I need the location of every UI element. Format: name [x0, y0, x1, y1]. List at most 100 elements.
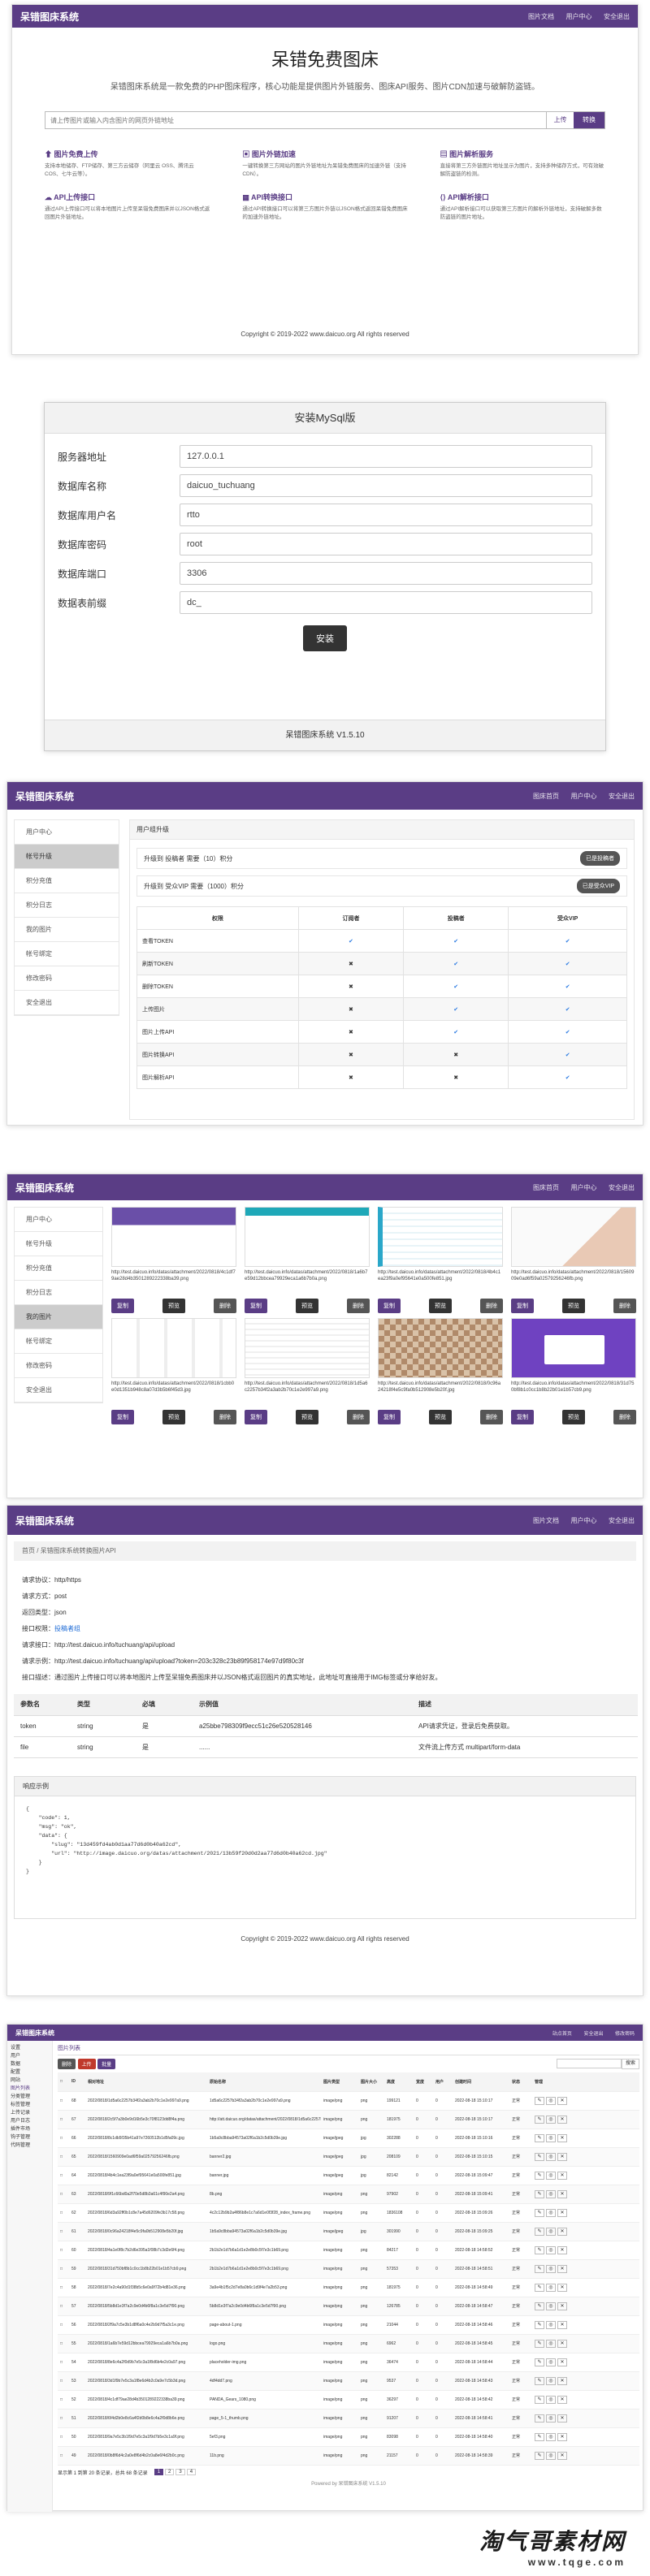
sidebar-item-score-log[interactable]: 积分日志 — [15, 1281, 102, 1305]
row-checkbox[interactable]: □ — [58, 2241, 69, 2260]
row-checkbox[interactable]: □ — [58, 2203, 69, 2223]
delete-icon[interactable]: ✕ — [557, 2302, 567, 2310]
delete-icon[interactable]: ✕ — [557, 2376, 567, 2385]
row-checkbox[interactable]: □ — [58, 2371, 69, 2391]
nav-docs-link[interactable]: 图片文档 — [528, 13, 554, 20]
page-link[interactable]: 3 — [176, 2469, 185, 2475]
menu-item[interactable]: 分类管理 — [11, 2093, 49, 2101]
preview-button[interactable]: 预览 — [296, 1410, 318, 1424]
row-checkbox[interactable]: □ — [58, 2259, 69, 2279]
view-icon[interactable]: ◎ — [546, 2096, 556, 2105]
view-icon[interactable]: ◎ — [546, 2376, 556, 2385]
edit-icon[interactable]: ✎ — [535, 2245, 544, 2254]
image-thumb[interactable] — [111, 1207, 236, 1267]
sidebar-item-bind[interactable]: 帐号绑定 — [15, 1329, 102, 1354]
page-link[interactable]: 1 — [154, 2469, 164, 2475]
row-checkbox[interactable]: □ — [58, 2278, 69, 2297]
menu-item[interactable]: 代码管理 — [11, 2142, 49, 2150]
delete-button[interactable]: 删除 — [480, 1299, 503, 1313]
menu-item[interactable]: 标签管理 — [11, 2101, 49, 2109]
sidebar-item-password[interactable]: 修改密码 — [15, 966, 119, 991]
view-icon[interactable]: ◎ — [546, 2358, 556, 2366]
brand-logo[interactable]: 呆错图床系统 — [15, 1181, 74, 1195]
view-icon[interactable]: ◎ — [546, 2245, 556, 2254]
dbpass-input[interactable]: root — [180, 533, 592, 555]
edit-icon[interactable]: ✎ — [535, 2096, 544, 2105]
sidebar-item-upgrade[interactable]: 帐号升级 — [15, 845, 119, 869]
menu-item[interactable]: 图片列表 — [11, 2085, 49, 2093]
delete-icon[interactable]: ✕ — [557, 2152, 567, 2161]
delete-button[interactable]: 删除 — [58, 2059, 76, 2069]
tab-image-list[interactable]: 图片列表 — [58, 2044, 639, 2055]
row-checkbox[interactable]: □ — [58, 2091, 69, 2111]
admin-home-link[interactable]: 站点首页 — [552, 2032, 572, 2037]
delete-icon[interactable]: ✕ — [557, 2320, 567, 2329]
row-checkbox[interactable]: □ — [58, 2166, 69, 2185]
delete-icon[interactable]: ✕ — [557, 2115, 567, 2124]
nav-user-link[interactable]: 用户中心 — [570, 1184, 596, 1191]
admin-logout-link[interactable]: 安全退出 — [583, 2032, 603, 2037]
row-checkbox[interactable]: □ — [58, 2427, 69, 2447]
edit-icon[interactable]: ✎ — [535, 2320, 544, 2329]
view-icon[interactable]: ◎ — [546, 2339, 556, 2348]
delete-button[interactable]: 删除 — [347, 1410, 370, 1424]
menu-item[interactable]: 钩子管理 — [11, 2133, 49, 2142]
delete-icon[interactable]: ✕ — [557, 2432, 567, 2441]
edit-icon[interactable]: ✎ — [535, 2133, 544, 2142]
admin-password-link[interactable]: 修改密码 — [615, 2032, 635, 2037]
upload-button[interactable]: 上传 — [546, 112, 574, 128]
nav-user-link[interactable]: 用户中心 — [570, 1517, 596, 1524]
sidebar-item-my-images[interactable]: 我的图片 — [15, 1305, 102, 1329]
plan-badge[interactable]: 已是受众VIP — [576, 879, 620, 893]
prefix-input[interactable]: dc_ — [180, 591, 592, 614]
install-button[interactable]: 安装 — [303, 625, 347, 651]
dbuser-input[interactable]: rtto — [180, 504, 592, 526]
copy-button[interactable]: 复制 — [111, 1299, 134, 1313]
edit-icon[interactable]: ✎ — [535, 2152, 544, 2161]
delete-button[interactable]: 删除 — [480, 1410, 503, 1424]
delete-icon[interactable]: ✕ — [557, 2283, 567, 2292]
preview-button[interactable]: 预览 — [162, 1410, 185, 1424]
view-icon[interactable]: ◎ — [546, 2264, 556, 2273]
nav-logout-link[interactable]: 安全退出 — [609, 1184, 635, 1191]
edit-icon[interactable]: ✎ — [535, 2376, 544, 2385]
row-checkbox[interactable]: □ — [58, 2147, 69, 2167]
sidebar-item-upgrade[interactable]: 帐号升级 — [15, 1232, 102, 1256]
image-thumb[interactable] — [111, 1318, 236, 1378]
edit-icon[interactable]: ✎ — [535, 2115, 544, 2124]
nav-user-link[interactable]: 用户中心 — [566, 13, 592, 20]
menu-item[interactable]: 数据 — [11, 2060, 49, 2068]
view-icon[interactable]: ◎ — [546, 2189, 556, 2198]
preview-button[interactable]: 预览 — [429, 1299, 452, 1313]
edit-icon[interactable]: ✎ — [535, 2302, 544, 2310]
row-checkbox[interactable]: □ — [58, 2129, 69, 2148]
copy-button[interactable]: 复制 — [511, 1299, 534, 1313]
row-checkbox[interactable]: □ — [58, 2110, 69, 2129]
delete-icon[interactable]: ✕ — [557, 2358, 567, 2366]
view-icon[interactable]: ◎ — [546, 2432, 556, 2441]
view-icon[interactable]: ◎ — [546, 2227, 556, 2236]
brand-logo[interactable]: 呆错图床系统 — [15, 2029, 54, 2038]
view-icon[interactable]: ◎ — [546, 2395, 556, 2404]
brand-logo[interactable]: 呆错图床系统 — [20, 10, 79, 24]
menu-item[interactable]: 配置 — [11, 2068, 49, 2077]
view-icon[interactable]: ◎ — [546, 2283, 556, 2292]
menu-item[interactable]: 用户日志 — [11, 2117, 49, 2125]
nav-user-link[interactable]: 用户中心 — [570, 793, 596, 800]
delete-icon[interactable]: ✕ — [557, 2414, 567, 2423]
preview-button[interactable]: 预览 — [296, 1299, 318, 1313]
delete-icon[interactable]: ✕ — [557, 2451, 567, 2460]
view-icon[interactable]: ◎ — [546, 2320, 556, 2329]
url-input[interactable] — [46, 112, 546, 128]
sidebar-item-password[interactable]: 修改密码 — [15, 1354, 102, 1378]
image-thumb[interactable] — [378, 1318, 503, 1378]
copy-button[interactable]: 复制 — [378, 1299, 401, 1313]
menu-item[interactable]: 上传记录 — [11, 2109, 49, 2117]
image-thumb[interactable] — [511, 1318, 636, 1378]
image-thumb[interactable] — [378, 1207, 503, 1267]
image-thumb[interactable] — [245, 1318, 370, 1378]
delete-icon[interactable]: ✕ — [557, 2096, 567, 2105]
edit-icon[interactable]: ✎ — [535, 2283, 544, 2292]
menu-item[interactable]: 设置 — [11, 2044, 49, 2052]
brand-logo[interactable]: 呆错图床系统 — [15, 1514, 74, 1528]
